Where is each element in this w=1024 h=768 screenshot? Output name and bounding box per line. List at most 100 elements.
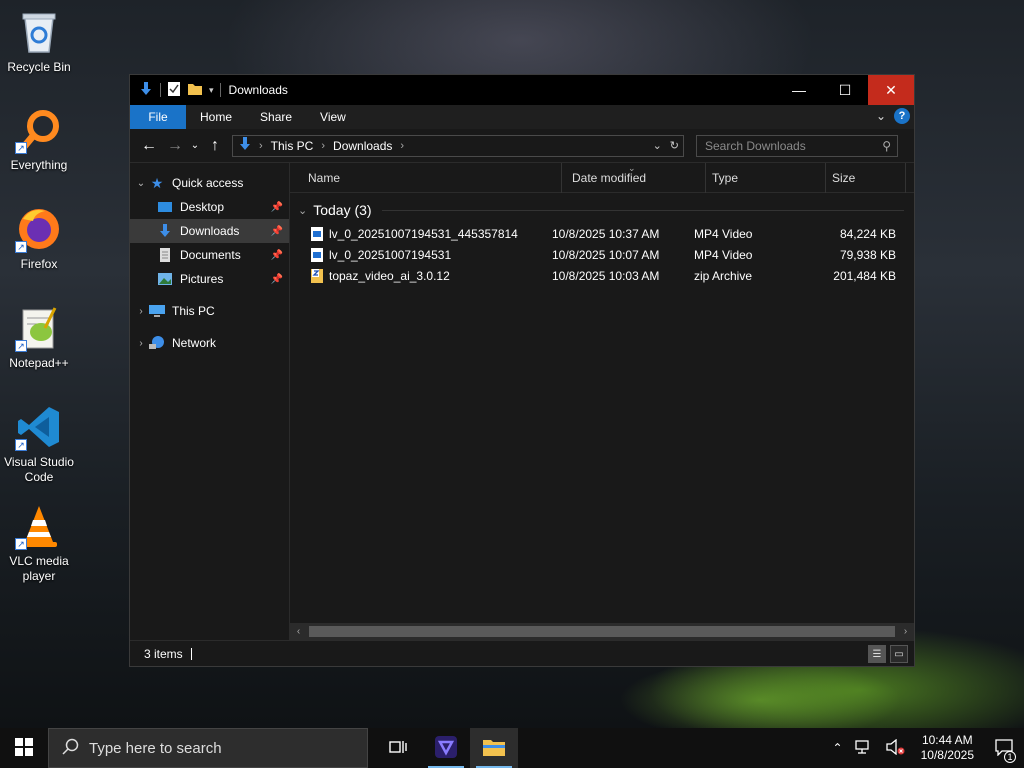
taskbar-app-video-ai[interactable]	[422, 728, 470, 768]
sort-indicator-icon: ⌄	[628, 163, 636, 173]
network-icon	[148, 335, 166, 351]
chevron-right-icon[interactable]: ›	[134, 306, 148, 317]
minimize-icon: —	[792, 82, 806, 98]
breadcrumb-this-pc[interactable]: This PC	[271, 139, 314, 153]
tab-view[interactable]: View	[306, 105, 360, 129]
address-dropdown-icon[interactable]: ⌄	[653, 139, 662, 152]
nav-label: Desktop	[180, 200, 225, 214]
task-view-button[interactable]	[374, 728, 422, 768]
column-header-size[interactable]: Size	[826, 162, 906, 193]
file-date: 10/8/2025 10:07 AM	[552, 247, 660, 262]
nav-quick-access[interactable]: ⌄ ★ Quick access	[130, 171, 289, 195]
expand-ribbon-button[interactable]: ⌄	[876, 109, 886, 123]
desktop-icon-firefox[interactable]: ↗ Firefox	[2, 205, 76, 272]
shortcut-arrow-icon: ↗	[15, 439, 27, 451]
chevron-down-icon: ⌄	[190, 140, 200, 151]
file-list: Name Date modified Type Size ⌄ ⌄ Today (…	[290, 162, 914, 640]
taskbar-app-file-explorer[interactable]	[470, 728, 518, 768]
nav-network[interactable]: › Network	[130, 331, 289, 355]
taskbar-search-input[interactable]	[89, 739, 349, 757]
nav-item-desktop[interactable]: Desktop 📌	[130, 195, 289, 219]
file-explorer-window: ▾ Downloads — ☐ ✕ File Home Share View ⌄…	[129, 74, 915, 667]
back-button[interactable]: ←	[136, 137, 162, 155]
properties-icon[interactable]	[167, 81, 181, 100]
column-header-type[interactable]: Type	[706, 162, 826, 193]
new-folder-icon[interactable]	[187, 81, 203, 100]
details-view-icon: ☰	[872, 648, 882, 660]
pin-icon[interactable]: 📌	[271, 250, 283, 261]
pin-icon[interactable]: 📌	[271, 226, 283, 237]
desktop-folder-icon	[156, 199, 174, 215]
status-bar: 3 items ☰ ▭	[130, 640, 914, 666]
close-icon: ✕	[885, 81, 897, 98]
file-type: MP4 Video	[694, 247, 753, 262]
firefox-icon: ↗	[15, 205, 63, 253]
desktop-icon-label: Recycle Bin	[7, 60, 71, 74]
nav-item-documents[interactable]: Documents 📌	[130, 243, 289, 267]
desktop-icon-everything[interactable]: ↗ Everything	[2, 106, 76, 173]
tab-home[interactable]: Home	[186, 105, 246, 129]
pin-icon[interactable]: 📌	[271, 274, 283, 285]
file-row[interactable]: topaz_video_ai_3.0.12 10/8/2025 10:03 AM…	[290, 265, 914, 286]
pin-icon[interactable]: 📌	[271, 202, 283, 213]
search-icon: ⚲	[882, 138, 891, 153]
clock[interactable]: 10:44 AM 10/8/2025	[911, 733, 984, 763]
network-tray-icon[interactable]	[849, 739, 879, 758]
desktop-icon-vlc[interactable]: ↗ VLC media player	[2, 502, 76, 584]
forward-arrow-icon: →	[167, 136, 183, 154]
taskbar-search-box[interactable]	[48, 728, 368, 768]
vlc-icon: ↗	[15, 502, 63, 550]
show-hidden-icons-button[interactable]: ⌃	[827, 741, 849, 755]
shortcut-arrow-icon: ↗	[15, 142, 27, 154]
help-button[interactable]: ?	[894, 108, 910, 124]
desktop-icon-notepad-plus-plus[interactable]: ↗ Notepad++	[2, 304, 76, 371]
details-view-button[interactable]: ☰	[868, 645, 886, 663]
file-row[interactable]: lv_0_20251007194531 10/8/2025 10:07 AM M…	[290, 244, 914, 265]
nav-item-pictures[interactable]: Pictures 📌	[130, 267, 289, 291]
large-icons-view-button[interactable]: ▭	[890, 645, 908, 663]
volume-muted-icon[interactable]	[879, 738, 911, 758]
nav-this-pc[interactable]: › This PC	[130, 299, 289, 323]
computer-icon	[148, 303, 166, 319]
close-button[interactable]: ✕	[868, 75, 914, 105]
tab-file[interactable]: File	[130, 105, 186, 129]
taskbar: ⌃ 10:44 AM 10/8/2025 1	[0, 728, 1024, 768]
quick-access-dropdown-icon[interactable]: ▾	[209, 85, 214, 96]
file-type: zip Archive	[694, 268, 753, 283]
tab-share[interactable]: Share	[246, 105, 306, 129]
column-header-name[interactable]: Name	[290, 162, 562, 193]
download-arrow-icon	[237, 136, 253, 155]
minimize-button[interactable]: —	[776, 75, 822, 105]
nav-item-downloads[interactable]: Downloads 📌	[130, 219, 289, 243]
forward-button[interactable]: →	[162, 137, 188, 155]
chevron-down-icon[interactable]: ⌄	[298, 204, 307, 217]
action-center-button[interactable]: 1	[984, 738, 1024, 763]
scroll-left-icon[interactable]: ‹	[290, 626, 307, 637]
item-count: 3 items	[144, 646, 183, 661]
desktop-icon-vscode[interactable]: ↗ Visual Studio Code	[2, 403, 76, 485]
start-button[interactable]	[0, 728, 48, 768]
scroll-right-icon[interactable]: ›	[897, 626, 914, 637]
chevron-right-icon[interactable]: ›	[134, 338, 148, 349]
title-bar[interactable]: ▾ Downloads — ☐ ✕	[130, 75, 914, 105]
desktop-icon-label: Visual Studio Code	[4, 455, 74, 484]
download-arrow-icon	[156, 223, 174, 239]
refresh-icon[interactable]: ↻	[670, 139, 679, 152]
group-divider	[381, 209, 904, 211]
up-button[interactable]: ↑	[202, 137, 228, 155]
maximize-button[interactable]: ☐	[822, 75, 868, 105]
search-box[interactable]: ⚲	[696, 134, 898, 157]
file-row[interactable]: lv_0_20251007194531_445357814 10/8/2025 …	[290, 223, 914, 244]
recent-locations-button[interactable]: ⌄	[188, 140, 202, 151]
chevron-down-icon[interactable]: ⌄	[134, 178, 148, 189]
address-bar[interactable]: › This PC › Downloads › ⌄ ↻	[232, 134, 684, 157]
desktop-icon-label: Notepad++	[9, 356, 69, 370]
horizontal-scrollbar[interactable]: ‹ ›	[290, 623, 914, 640]
breadcrumb-downloads[interactable]: Downloads	[333, 139, 392, 153]
scrollbar-thumb[interactable]	[309, 626, 895, 637]
search-input[interactable]	[705, 138, 865, 153]
recycle-bin-icon	[15, 8, 63, 56]
maximize-icon: ☐	[838, 81, 852, 98]
desktop-icon-recycle-bin[interactable]: Recycle Bin	[2, 8, 76, 75]
group-header-today[interactable]: ⌄ Today (3)	[290, 197, 914, 223]
